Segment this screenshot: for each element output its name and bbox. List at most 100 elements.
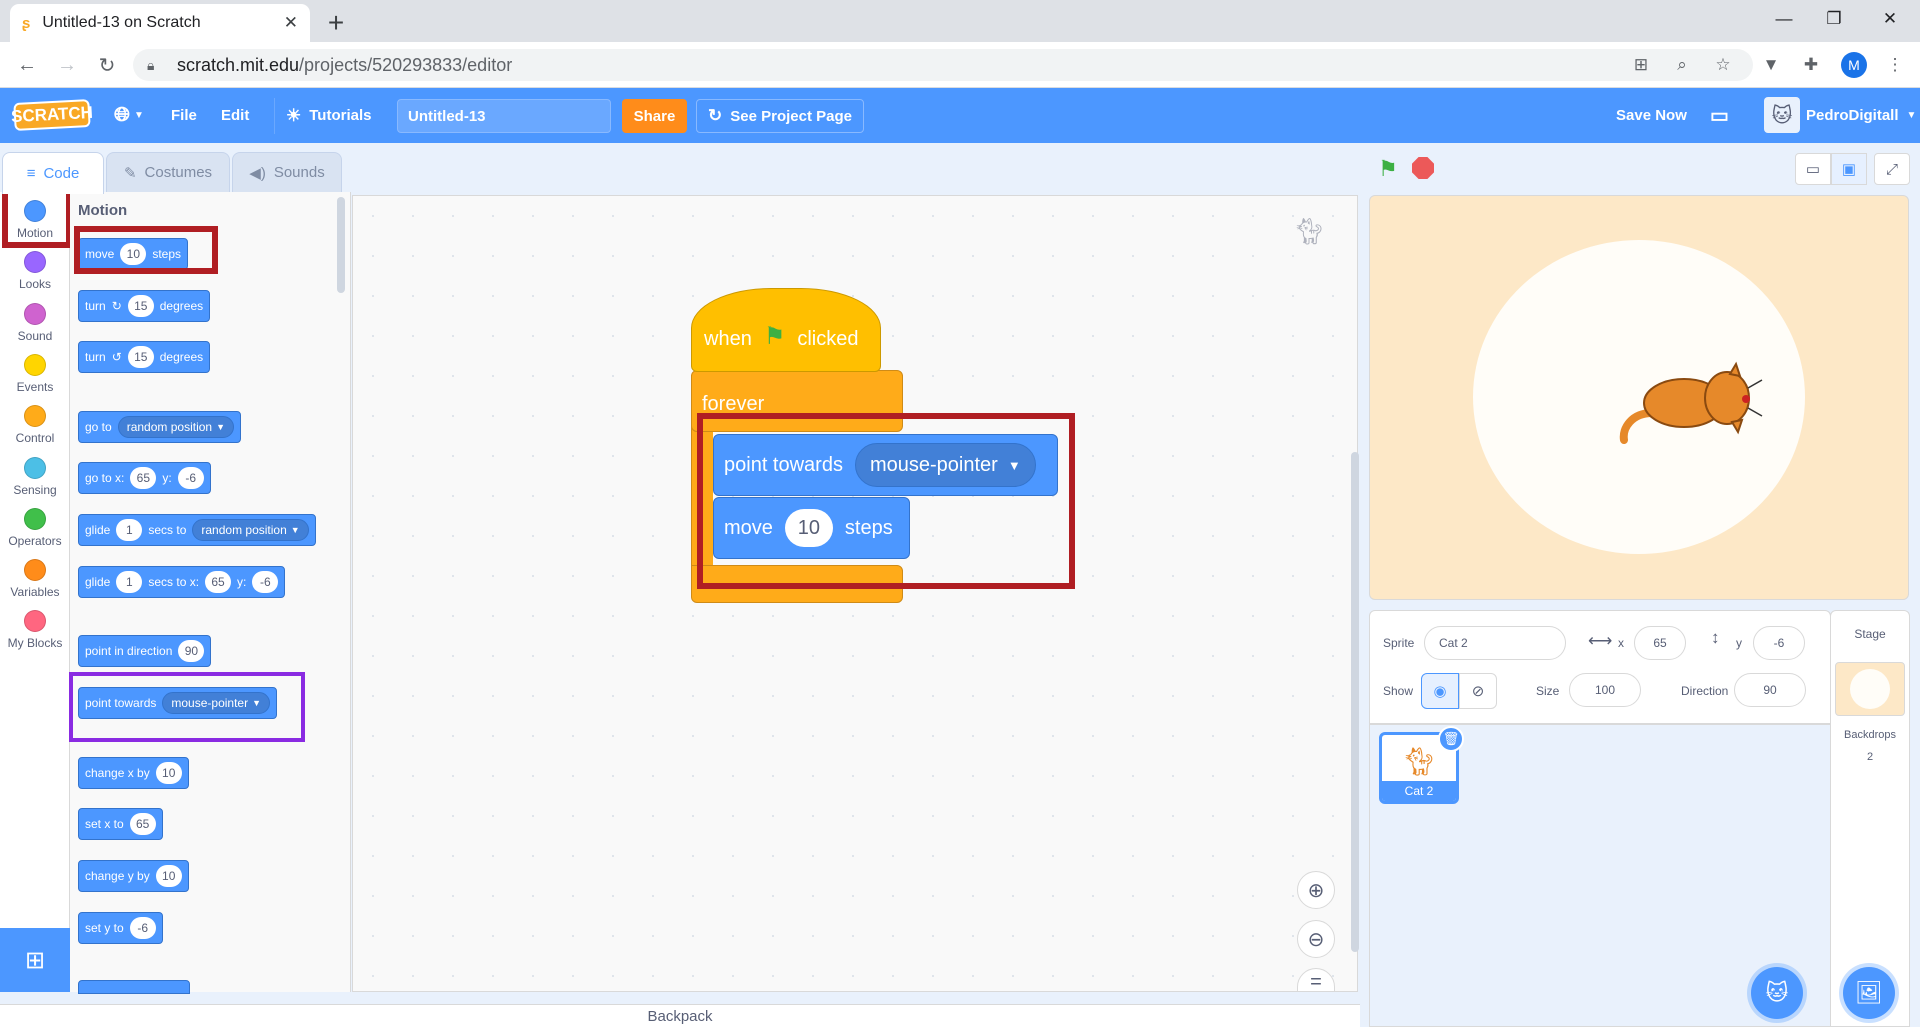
zoom-icon[interactable]: ⌕ [1669,52,1695,78]
hide-eye-slash-icon[interactable]: ⊘ [1459,673,1497,709]
category-events[interactable]: Events [0,347,70,398]
forward-icon[interactable]: → [52,50,82,80]
block-number-input[interactable]: 90 [178,640,205,662]
tab-costumes[interactable]: ✎ Costumes [106,152,230,192]
backpack[interactable]: Backpack [0,1004,1360,1027]
back-icon[interactable]: ← [12,50,42,80]
reload-icon[interactable]: ↻ [92,50,122,80]
fullscreen-icon[interactable]: ⤢ [1874,153,1910,185]
category-looks[interactable]: Looks [0,244,70,295]
y-position-input[interactable]: -6 [1753,626,1805,660]
block-number-input[interactable]: -6 [129,917,156,939]
green-flag-icon[interactable]: ⚑ [1375,156,1401,182]
my-stuff-folder-icon[interactable]: ▭ [1710,88,1729,143]
profile-avatar[interactable]: M [1841,52,1867,78]
choose-backdrop-icon[interactable]: 🖼︎ [1843,967,1895,1019]
block-dropdown[interactable]: random position ▼ [117,416,235,438]
direction-input[interactable]: 90 [1734,673,1806,707]
size-input[interactable]: 100 [1569,673,1641,707]
stop-icon[interactable] [1412,157,1434,179]
palette-change-x-block[interactable]: change x by 10 [78,757,189,789]
stage-thumbnail[interactable] [1835,662,1905,716]
choose-sprite-cat-icon[interactable]: 🐱︎ [1751,967,1803,1019]
restore-icon[interactable]: ❐ [1806,0,1862,38]
tab-sounds[interactable]: ◀) Sounds [232,152,342,192]
chrome-menu-icon[interactable]: ⋮ [1882,52,1908,78]
category-operators[interactable]: Operators [0,501,70,552]
palette-set-x-block[interactable]: set x to 65 [78,808,163,840]
user-avatar[interactable]: 🐱︎ [1764,97,1800,133]
cat-sprite[interactable] [1612,358,1772,448]
palette-partial-block[interactable] [78,980,190,994]
url-host: scratch.mit.edu [177,54,300,75]
block-dropdown[interactable]: random position ▼ [192,519,309,541]
category-motion[interactable]: Motion [0,193,70,244]
block-number-input[interactable]: 65 [130,467,157,489]
add-extension-button[interactable]: ⊞ [0,928,70,992]
script-area-scrollbar[interactable] [1351,452,1359,952]
account-menu[interactable]: PedroDigitall ▼ [1806,88,1916,143]
x-position-input[interactable]: 65 [1634,626,1686,660]
category-variables[interactable]: Variables [0,552,70,603]
extension-filter-icon[interactable]: ▼ [1758,52,1784,78]
close-window-icon[interactable]: ✕ [1862,0,1918,38]
hat-when-label: when [704,328,752,350]
small-stage-icon[interactable]: ▭ [1795,153,1831,185]
block-number-input[interactable]: 1 [116,571,143,593]
category-control[interactable]: Control [0,398,70,449]
tab-code-label: Code [43,165,80,182]
block-text: go to x: [85,471,125,485]
palette-turn-left-block[interactable]: turn ↺ 15 degrees [78,341,211,373]
block-number-input[interactable]: 1 [116,519,143,541]
block-number-input[interactable]: 10 [155,762,182,784]
zoom-in-icon[interactable]: ⊕ [1297,871,1335,909]
tab-code[interactable]: ≡ Code [2,152,104,194]
share-button[interactable]: Share [622,99,687,133]
zoom-out-icon[interactable]: ⊖ [1297,920,1335,958]
palette-glide-xy-block[interactable]: glide 1 secs to x: 65 y: -6 [78,566,286,598]
backdrops-label: Backdrops [1844,729,1896,741]
palette-goto-block[interactable]: go to random position ▼ [78,411,242,443]
category-my-blocks[interactable]: My Blocks [0,603,70,654]
block-number-input[interactable]: 65 [205,571,232,593]
palette-glide-to-block[interactable]: glide 1 secs to random position ▼ [78,514,316,546]
block-number-input[interactable]: 15 [127,295,154,317]
edit-menu[interactable]: Edit [221,88,249,143]
new-tab-icon[interactable]: + [318,5,354,41]
palette-turn-right-block[interactable]: turn ↻ 15 degrees [78,290,211,322]
extensions-puzzle-icon[interactable]: ✚ [1798,52,1824,78]
browser-tab[interactable]: ʂ Untitled-13 on Scratch ✕ [10,4,310,42]
block-number-input[interactable]: 10 [155,865,182,887]
address-bar[interactable]: scratch.mit.edu/projects/520293833/edito… [133,49,1753,81]
minimize-icon[interactable]: — [1756,0,1812,38]
translate-icon[interactable]: ⊞ [1628,52,1654,78]
block-number-input[interactable]: 15 [127,346,154,368]
category-sensing[interactable]: Sensing [0,450,70,501]
show-visible-eye-icon[interactable]: ◉ [1421,673,1459,709]
delete-sprite-trash-icon[interactable]: 🗑︎ [1438,726,1464,752]
normal-stage-icon[interactable]: ▣ [1831,153,1867,185]
tutorials-button[interactable]: ☀ Tutorials [286,88,371,143]
see-project-page-button[interactable]: ↻ See Project Page [696,99,864,133]
lock-icon[interactable]: 🔒︎ [147,57,154,74]
scratch-logo[interactable]: SCRATCH [11,99,93,131]
palette-set-y-block[interactable]: set y to -6 [78,912,163,944]
when-flag-clicked-block[interactable]: when ⚑ clicked [691,288,881,372]
palette-point-direction-block[interactable]: point in direction 90 [78,635,212,667]
block-number-input[interactable]: 65 [129,813,156,835]
project-title-input[interactable]: Untitled-13 [397,99,611,133]
bookmark-star-icon[interactable]: ☆ [1710,52,1736,78]
username: PedroDigitall [1806,107,1899,124]
block-number-input[interactable]: -6 [252,571,279,593]
palette-scrollbar[interactable] [337,197,345,293]
sprite-name-input[interactable]: Cat 2 [1424,626,1566,660]
close-tab-icon[interactable]: ✕ [284,13,298,33]
category-color-dot [24,302,46,325]
language-menu[interactable]: 🌐︎ ▼ [114,88,144,143]
category-sound[interactable]: Sound [0,296,70,347]
save-now-button[interactable]: Save Now [1616,88,1687,143]
file-menu[interactable]: File [171,88,197,143]
palette-change-y-block[interactable]: change y by 10 [78,860,189,892]
palette-goto-xy-block[interactable]: go to x: 65 y: -6 [78,462,211,494]
block-number-input[interactable]: -6 [177,467,204,489]
